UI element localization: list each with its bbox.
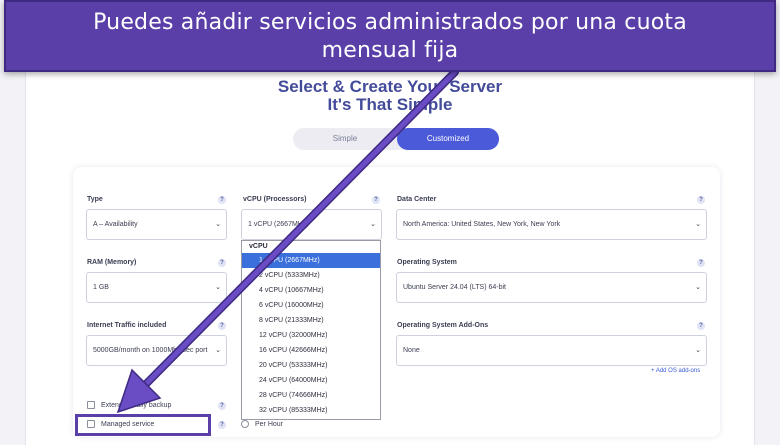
banner-line-2: mensual fija	[321, 38, 459, 63]
annotation-banner: Puedes añadir servicios administrados po…	[4, 0, 776, 72]
banner-line-1: Puedes añadir servicios administrados po…	[93, 10, 687, 35]
